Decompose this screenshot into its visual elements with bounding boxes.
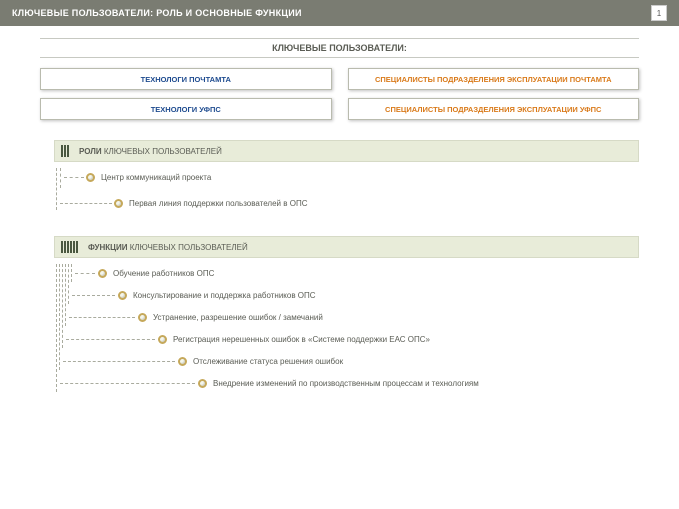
subtitle-wrap: КЛЮЧЕВЫЕ ПОЛЬЗОВАТЕЛИ: (40, 38, 639, 58)
item-text: Устранение, разрешение ошибок / замечани… (153, 313, 323, 322)
list-item: Центр коммуникаций проекта (86, 170, 639, 184)
item-text: Отслеживание статуса решения ошибок (193, 357, 343, 366)
slide-header: КЛЮЧЕВЫЕ ПОЛЬЗОВАТЕЛИ: РОЛЬ И ОСНОВНЫЕ Ф… (0, 0, 679, 26)
list-item: Обучение работников ОПС (98, 266, 639, 280)
list-item: Регистрация нерешенных ошибок в «Системе… (158, 332, 639, 346)
functions-tree: Обучение работников ОПС Консультирование… (54, 264, 639, 414)
bullet-icon (158, 335, 167, 344)
bullet-icon (138, 313, 147, 322)
section-roles: РОЛИ КЛЮЧЕВЫХ ПОЛЬЗОВАТЕЛЕЙ Центр коммун… (54, 140, 639, 220)
slide-content: КЛЮЧЕВЫЕ ПОЛЬЗОВАТЕЛИ: ТЕХНОЛОГИ ПОЧТАМТ… (0, 26, 679, 414)
section-roles-title-rest: КЛЮЧЕВЫХ ПОЛЬЗОВАТЕЛЕЙ (102, 147, 222, 156)
item-text: Обучение работников ОПС (113, 269, 214, 278)
item-text: Центр коммуникаций проекта (101, 173, 211, 182)
section-roles-title-bold: РОЛИ (79, 147, 102, 156)
section-roles-title: РОЛИ КЛЮЧЕВЫХ ПОЛЬЗОВАТЕЛЕЙ (79, 147, 222, 156)
bullet-icon (178, 357, 187, 366)
user-boxes: ТЕХНОЛОГИ ПОЧТАМТА СПЕЦИАЛИСТЫ ПОДРАЗДЕЛ… (40, 68, 639, 120)
item-text: Внедрение изменений по производственным … (213, 379, 479, 388)
section-functions-header: ФУНКЦИИ КЛЮЧЕВЫХ ПОЛЬЗОВАТЕЛЕЙ (54, 236, 639, 258)
section-roles-header: РОЛИ КЛЮЧЕВЫХ ПОЛЬЗОВАТЕЛЕЙ (54, 140, 639, 162)
section-functions-title-bold: ФУНКЦИИ (88, 243, 128, 252)
section-functions: ФУНКЦИИ КЛЮЧЕВЫХ ПОЛЬЗОВАТЕЛЕЙ Обучение … (54, 236, 639, 414)
list-item: Консультирование и поддержка работников … (118, 288, 639, 302)
list-item: Устранение, разрешение ошибок / замечани… (138, 310, 639, 324)
box-technologi-pochtamta: ТЕХНОЛОГИ ПОЧТАМТА (40, 68, 332, 90)
roles-tree: Центр коммуникаций проекта Первая линия … (54, 168, 639, 220)
slide-title: КЛЮЧЕВЫЕ ПОЛЬЗОВАТЕЛИ: РОЛЬ И ОСНОВНЫЕ Ф… (12, 8, 302, 18)
section-functions-title-rest: КЛЮЧЕВЫХ ПОЛЬЗОВАТЕЛЕЙ (128, 243, 248, 252)
page-number: 1 (651, 5, 667, 21)
list-item: Отслеживание статуса решения ошибок (178, 354, 639, 368)
item-text: Регистрация нерешенных ошибок в «Системе… (173, 335, 430, 344)
list-item: Первая линия поддержки пользователей в О… (114, 196, 639, 210)
subtitle: КЛЮЧЕВЫЕ ПОЛЬЗОВАТЕЛИ: (40, 43, 639, 53)
box-specialisty-ufps: СПЕЦИАЛИСТЫ ПОДРАЗДЕЛЕНИЯ ЭКСПЛУАТАЦИИ У… (348, 98, 640, 120)
bullet-icon (98, 269, 107, 278)
bullet-icon (198, 379, 207, 388)
box-specialisty-pochtamta: СПЕЦИАЛИСТЫ ПОДРАЗДЕЛЕНИЯ ЭКСПЛУАТАЦИИ П… (348, 68, 640, 90)
bullet-icon (114, 199, 123, 208)
bullet-icon (86, 173, 95, 182)
bars-icon (55, 145, 79, 157)
item-text: Первая линия поддержки пользователей в О… (129, 199, 307, 208)
item-text: Консультирование и поддержка работников … (133, 291, 316, 300)
box-technologi-ufps: ТЕХНОЛОГИ УФПС (40, 98, 332, 120)
section-functions-title: ФУНКЦИИ КЛЮЧЕВЫХ ПОЛЬЗОВАТЕЛЕЙ (88, 243, 248, 252)
bars-icon (55, 241, 88, 253)
list-item: Внедрение изменений по производственным … (198, 376, 639, 390)
bullet-icon (118, 291, 127, 300)
